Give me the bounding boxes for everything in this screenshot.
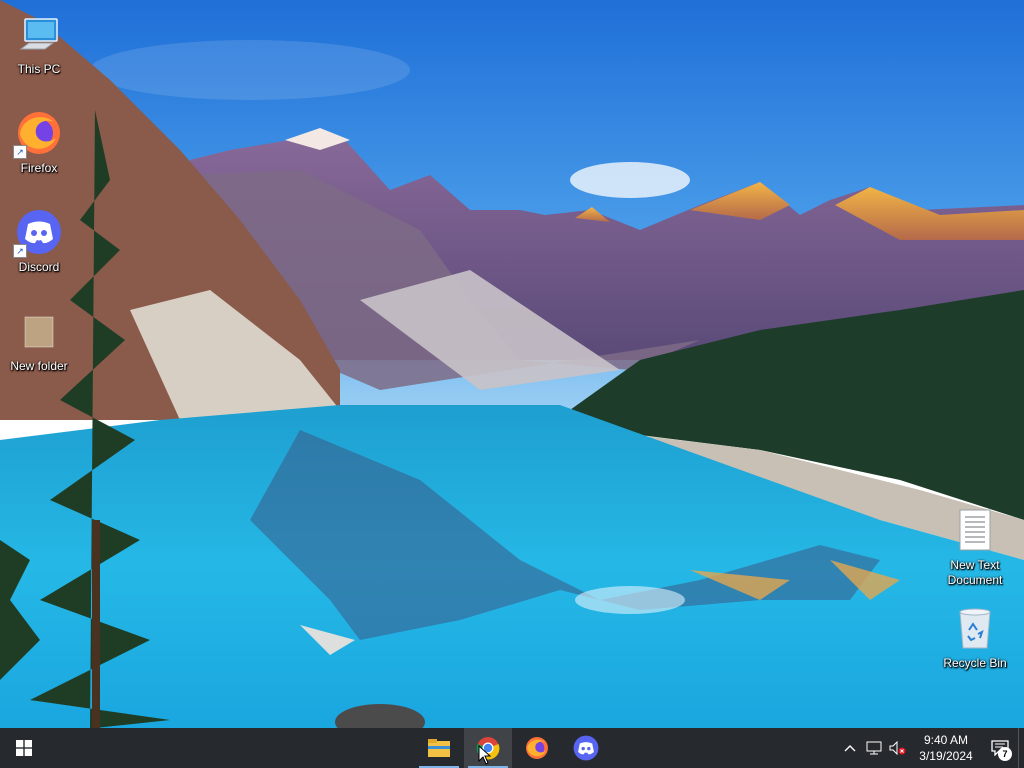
- desktop-icon-label: New folder: [10, 359, 68, 373]
- clock[interactable]: 9:40 AM 3/19/2024: [910, 728, 982, 768]
- desktop-icon-new-text-document[interactable]: New Text Document: [937, 500, 1013, 590]
- desktop-icon-firefox[interactable]: ↗ Firefox: [1, 103, 77, 193]
- this-pc-icon: [15, 10, 63, 58]
- discord-icon: ↗: [13, 208, 63, 258]
- file-explorer-icon: [428, 739, 450, 757]
- clock-date: 3/19/2024: [919, 749, 973, 763]
- desktop-icon-this-pc[interactable]: This PC: [1, 4, 77, 94]
- desktop-icon-label: Recycle Bin: [943, 656, 1007, 670]
- system-tray: 9:40 AM 3/19/2024 7: [838, 728, 1024, 768]
- show-desktop-button[interactable]: [1018, 728, 1024, 768]
- desktop-icon-recycle-bin[interactable]: Recycle Bin: [937, 598, 1013, 688]
- desktop-icon-new-folder[interactable]: New folder: [1, 301, 77, 391]
- taskbar-app-file-explorer[interactable]: [415, 728, 463, 768]
- show-hidden-icons-chevron-icon[interactable]: [838, 728, 862, 768]
- folder-icon: [15, 307, 63, 355]
- desktop-icon-label: Firefox: [20, 161, 58, 175]
- shortcut-arrow-icon: ↗: [13, 244, 27, 258]
- firefox-icon: [526, 737, 548, 759]
- taskbar-app-discord[interactable]: [562, 728, 610, 768]
- shortcut-arrow-icon: ↗: [13, 145, 27, 159]
- start-button[interactable]: [0, 728, 48, 768]
- desktop-icon-discord[interactable]: ↗ Discord: [1, 202, 77, 292]
- desktop-icon-label: Discord: [18, 260, 60, 274]
- network-icon[interactable]: [862, 728, 886, 768]
- desktop-icon-label: New Text Document: [947, 558, 1003, 587]
- desktop-wallpaper: [0, 0, 1024, 728]
- action-center-button[interactable]: 7: [982, 728, 1018, 768]
- recycle-bin-icon: [951, 604, 999, 652]
- discord-icon: [573, 735, 599, 761]
- taskbar: 9:40 AM 3/19/2024 7: [0, 728, 1024, 768]
- mouse-pointer-icon: [478, 745, 492, 765]
- firefox-icon: ↗: [13, 109, 63, 159]
- wallpaper-image: [0, 0, 1024, 728]
- windows-logo-icon: [16, 740, 32, 756]
- taskbar-app-firefox[interactable]: [513, 728, 561, 768]
- desktop-icon-label: This PC: [17, 62, 61, 76]
- clock-time: 9:40 AM: [923, 733, 969, 747]
- notification-count-badge: 7: [998, 747, 1012, 761]
- text-document-icon: [951, 506, 999, 554]
- volume-muted-icon[interactable]: [886, 728, 910, 768]
